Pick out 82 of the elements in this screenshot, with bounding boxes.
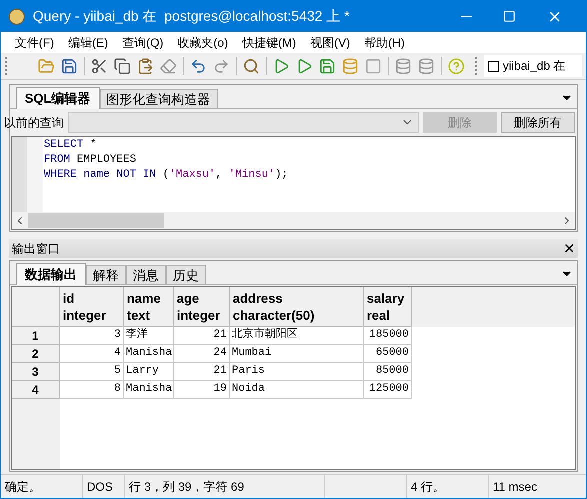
menu-item[interactable]: 文件(F) [15,34,54,52]
table-cell: Noida [230,381,364,399]
status-text: 11 msec [493,478,538,496]
app-icon [9,8,25,24]
column-header[interactable]: salary real [364,287,412,327]
column-header[interactable]: address character(50) [230,287,364,327]
search-icon[interactable] [243,58,260,74]
status-text: 4 行。 [411,478,446,496]
database-icon[interactable] [418,58,435,74]
column-header[interactable]: name text [124,287,174,327]
table-cell: 65000 [364,345,412,363]
database-selector[interactable]: yiibai_db 在 [484,55,582,77]
eraser-icon[interactable] [160,58,177,74]
column-header[interactable]: age integer [174,287,230,327]
tab[interactable]: SQL编辑器 [16,87,100,109]
table-cell: Mumbai [230,345,364,363]
menu-item[interactable]: 收藏夹(o) [178,34,228,52]
row-number[interactable]: 2 [12,345,60,363]
menu-item[interactable]: 查询(Q) [122,34,164,52]
close-icon[interactable] [563,242,576,255]
table-cell: 125000 [364,381,412,399]
horizontal-scrollbar[interactable] [12,212,575,229]
folder-icon[interactable] [38,58,55,74]
scissors-icon[interactable] [91,58,108,74]
stop-icon[interactable] [365,58,382,74]
run-script-icon[interactable] [296,58,313,74]
code-line: SELECT * [44,138,98,153]
table-corner[interactable] [12,287,60,327]
tab[interactable]: 解释 [86,265,126,284]
table-cell: 21 [174,327,230,345]
toolbar-grip[interactable] [475,57,478,75]
tab[interactable]: 消息 [126,265,166,284]
previous-query-label: 以前的查询 [4,114,64,132]
database-label: yiibai_db 在 [503,58,566,75]
table-cell: 4 [60,345,124,363]
code-line: FROM EMPLOYEES [44,153,138,168]
toolbar-grip[interactable] [5,57,8,75]
menu-item[interactable]: 视图(V) [310,34,350,52]
table-cell: 8 [60,381,124,399]
table-cell: 5 [60,363,124,381]
tab[interactable]: 图形化查询构造器 [100,89,218,108]
delete-button[interactable]: 删除所有 [501,112,575,133]
tab[interactable]: 历史 [166,265,206,284]
database-icon[interactable] [395,58,412,74]
row-number[interactable]: 1 [12,327,60,345]
table-cell: 李洋 [124,327,174,345]
menu-item[interactable]: 编辑(E) [68,34,108,52]
window-title: Query - yiibai_db 在 postgres@localhost:5432 上 * [33,7,350,26]
run-icon[interactable] [273,58,290,74]
column-header[interactable]: id integer [60,287,124,327]
redo-icon[interactable] [213,58,230,74]
status-text: DOS [87,478,114,496]
checkbox[interactable] [488,60,499,72]
scrollbar-thumb[interactable] [28,213,164,228]
minimize-icon [460,16,472,17]
table-cell: Manisha [124,381,174,399]
output-window-title: 输出窗口 [11,240,60,258]
sql-editor[interactable]: SELECT * FROM EMPLOYEES WHERE name NOT IN ('Maxsu', 'Minsu'); [11,136,576,230]
table-cell: 85000 [364,363,412,381]
table-cell: Manisha [124,345,174,363]
row-number[interactable]: 4 [12,381,60,399]
save-icon[interactable] [61,58,78,74]
row-number[interactable]: 3 [12,363,60,381]
table-cell: 185000 [364,327,412,345]
table-cell: 北京市朝阳区 [230,327,364,345]
help-icon[interactable] [448,58,465,74]
table-cell: 21 [174,363,230,381]
undo-icon[interactable] [190,58,207,74]
tab[interactable]: 数据输出 [16,263,86,285]
table-cell: Paris [230,363,364,381]
table-cell: 19 [174,381,230,399]
status-text: 行 3，列 39，字符 69 [129,478,244,496]
table-cell: 3 [60,327,124,345]
table-cell: Larry [124,363,174,381]
paste-icon[interactable] [137,58,154,74]
menu-item[interactable]: 快捷键(M) [242,34,296,52]
status-text: 确定。 [5,478,41,496]
copy-icon[interactable] [114,58,131,74]
table-cell: 24 [174,345,230,363]
code-line: WHERE name NOT IN ('Maxsu', 'Minsu'); [44,168,288,183]
maximize-icon [502,10,516,23]
menu-item[interactable]: 帮助(H) [364,34,405,52]
